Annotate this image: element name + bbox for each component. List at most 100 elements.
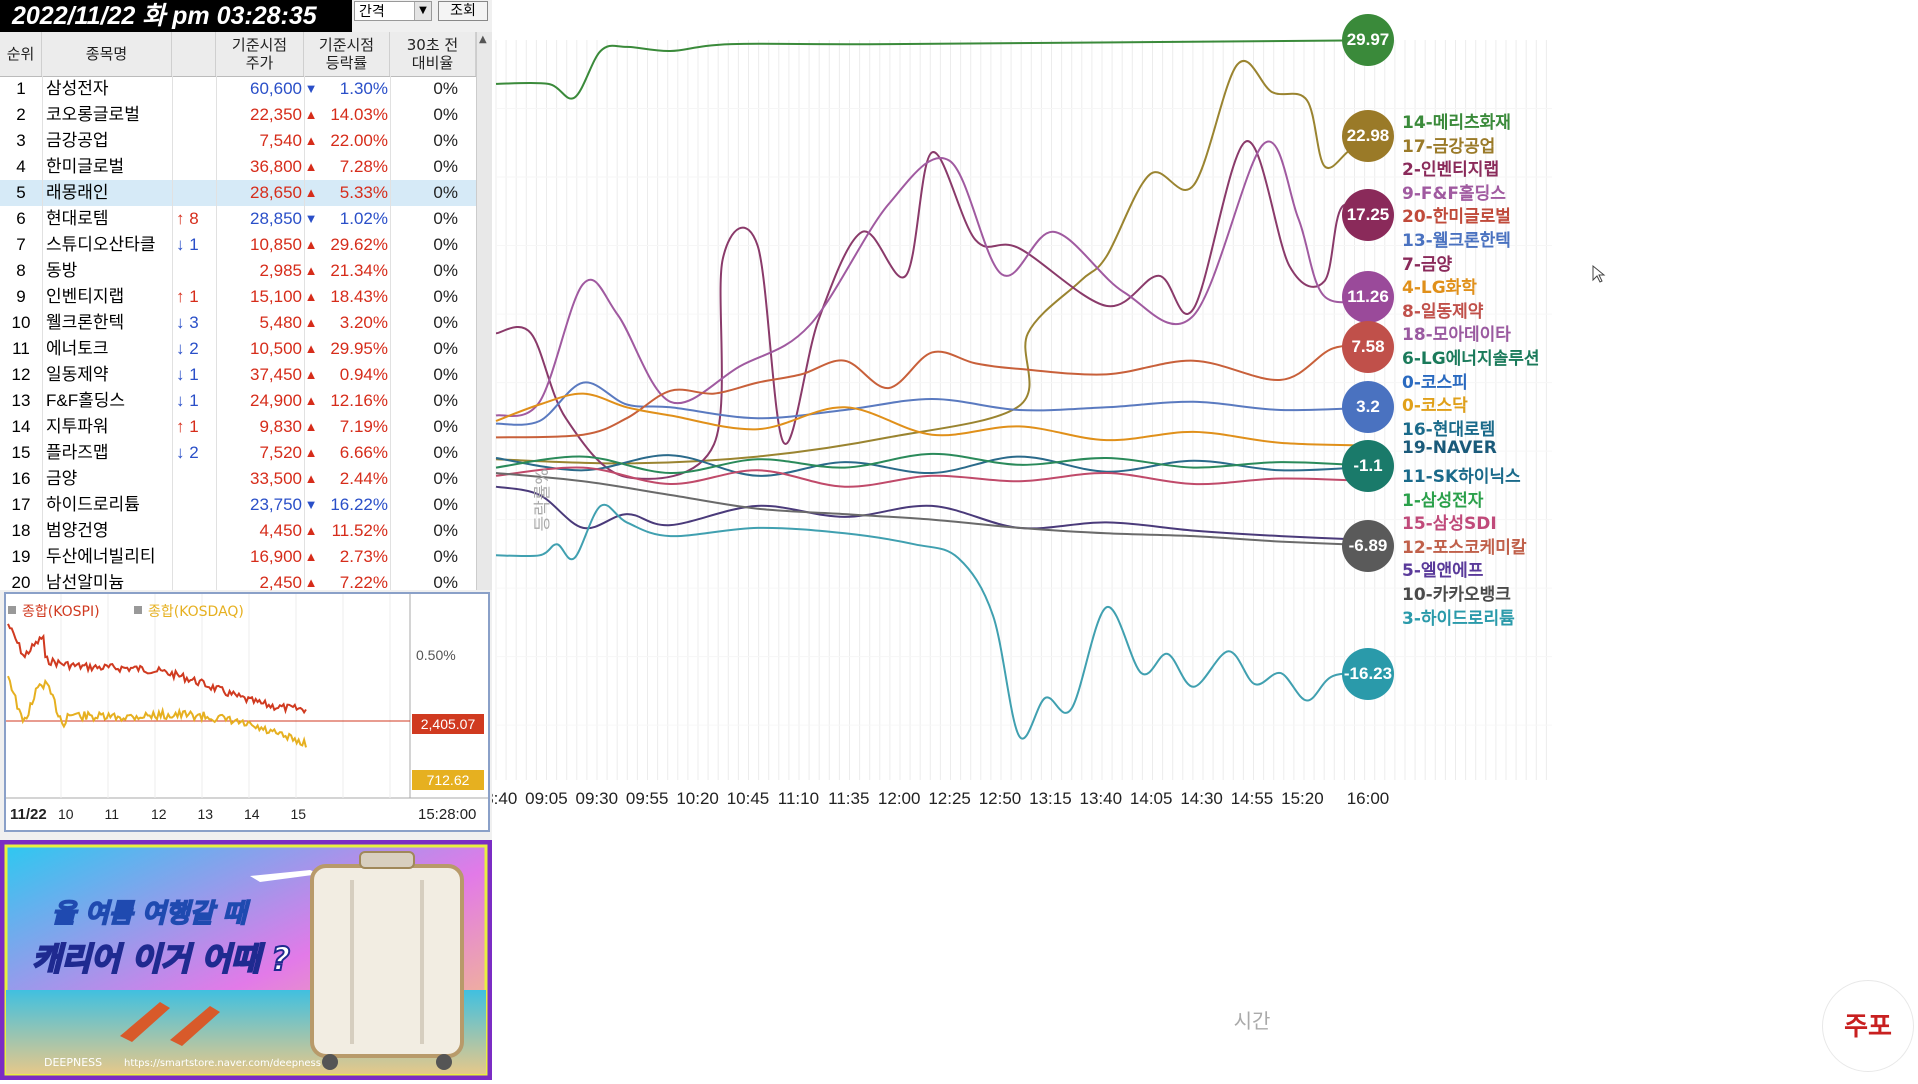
- table-row[interactable]: 13 F&F홀딩스 ↓ 1 24,900 ▲ 12.16% 0%: [0, 388, 476, 414]
- table-row[interactable]: 11 에너토크 ↓ 2 10,500 ▲ 29.95% 0%: [0, 336, 476, 362]
- row-name: 동방: [46, 261, 78, 280]
- scroll-up-icon[interactable]: ▲: [479, 34, 487, 45]
- header-price[interactable]: 기준시점 주가: [216, 32, 304, 76]
- row-price: 10,850: [250, 235, 302, 254]
- table-row[interactable]: 12 일동제약 ↓ 1 37,450 ▲ 0.94% 0%: [0, 362, 476, 388]
- value-badge: 3.2: [1342, 381, 1394, 434]
- mini-date: 11/22: [10, 806, 47, 823]
- table-row[interactable]: 19 두산에너빌리티 16,900 ▲ 2.73% 0%: [0, 544, 476, 570]
- row-rank-change: ↓ 2: [176, 443, 199, 462]
- row-price: 23,750: [250, 495, 302, 514]
- table-row[interactable]: 3 금강공업 7,540 ▲ 22.00% 0%: [0, 128, 476, 154]
- row-rate: 1.30%: [339, 79, 388, 98]
- table-row[interactable]: 1 삼성전자 60,600 ▼ 1.30% 0%: [0, 76, 476, 102]
- row-rate: 2.44%: [339, 469, 388, 488]
- query-button[interactable]: 조회: [438, 1, 488, 21]
- row-rank: 6: [16, 209, 26, 228]
- table-row[interactable]: 18 범양건영 4,450 ▲ 11.52% 0%: [0, 518, 476, 544]
- ad-banner[interactable]: 올 여름 여행갈 때 캐리어 이거 어때 ? DEEPNESS https://…: [0, 840, 492, 1080]
- x-tick-label: 09:55: [626, 789, 669, 808]
- row-rank: 3: [16, 131, 26, 150]
- row-rank-change: [176, 154, 216, 180]
- table-scrollbar[interactable]: ▲: [476, 32, 492, 590]
- row-direction-icon: ▲: [304, 419, 318, 434]
- row-name: 플라즈맵: [46, 443, 109, 462]
- legend-item: 20-한미글로벌: [1402, 207, 1511, 228]
- mini-x-tick: 15: [291, 806, 307, 822]
- legend-item: 6-LG에너지솔루션: [1402, 349, 1540, 369]
- header-rank[interactable]: 순위: [0, 32, 42, 76]
- series-line-4: [495, 140, 1377, 417]
- row-direction-icon: ▲: [304, 107, 318, 122]
- legend-item: 12-포스코케미칼: [1402, 537, 1527, 558]
- row-name: 래몽래인: [46, 183, 109, 202]
- interval-label: 간격: [359, 4, 385, 20]
- mouse-cursor-icon: [1592, 264, 1606, 283]
- row-price: 16,900: [250, 547, 302, 566]
- table-row[interactable]: 6 현대로템 ↑ 8 28,850 ▼ 1.02% 0%: [0, 206, 476, 232]
- row-rank-change: [176, 544, 216, 570]
- row-prev30: 0%: [433, 183, 458, 202]
- table-row[interactable]: 16 금양 33,500 ▲ 2.44% 0%: [0, 466, 476, 492]
- kospi-legend-swatch: [8, 606, 16, 614]
- row-rank: 4: [16, 157, 26, 176]
- row-price: 15,100: [250, 287, 302, 306]
- row-direction-icon: ▲: [304, 159, 318, 174]
- row-price: 33,500: [250, 469, 302, 488]
- table-row[interactable]: 9 인벤티지랩 ↑ 1 15,100 ▲ 18.43% 0%: [0, 284, 476, 310]
- row-prev30: 0%: [433, 313, 458, 332]
- row-price: 22,350: [250, 105, 302, 124]
- left-panel: 2022/11/22 화 pm 03:28:35 간격 ▼ 조회 순위 종목명 …: [0, 0, 492, 1080]
- table-row[interactable]: 15 플라즈맵 ↓ 2 7,520 ▲ 6.66% 0%: [0, 440, 476, 466]
- value-badge: 7.58: [1342, 321, 1394, 374]
- x-tick-label: 13:15: [1029, 789, 1072, 808]
- table-row[interactable]: 5 래몽래인 28,650 ▲ 5.33% 0%: [0, 180, 476, 206]
- legend-item: 1-삼성전자: [1402, 490, 1484, 511]
- table-row[interactable]: 14 지투파워 ↑ 1 9,830 ▲ 7.19% 0%: [0, 414, 476, 440]
- row-rate: 12.16%: [330, 391, 388, 410]
- row-price: 28,650: [250, 183, 302, 202]
- ad-url[interactable]: https://smartstore.naver.com/deepness: [124, 1058, 321, 1069]
- row-rank: 7: [16, 235, 26, 254]
- x-tick-label: 08:40: [492, 789, 517, 808]
- row-rank-change: [176, 258, 216, 284]
- table-row[interactable]: 4 한미글로벌 36,800 ▲ 7.28% 0%: [0, 154, 476, 180]
- header-rate[interactable]: 기준시점 등락률: [304, 32, 390, 76]
- row-rank: 18: [11, 521, 31, 540]
- interval-select[interactable]: 간격 ▼: [354, 1, 432, 21]
- row-name: 일동제약: [46, 365, 109, 384]
- ranking-table: 순위 종목명 기준시점 주가 기준시점 등락률 30초 전 대비율 1 삼성전자 6…: [0, 32, 492, 592]
- row-direction-icon: ▲: [304, 393, 318, 408]
- legend-item: 0-코스닥: [1402, 396, 1468, 417]
- index-mini-chart-svg: 종합(KOSPI) 종합(KOSDAQ) 0.50% 2,405.07 712.…: [6, 594, 488, 823]
- legend-item: 3-하이드로리튬: [1402, 608, 1515, 629]
- header-prev30[interactable]: 30초 전 대비율: [390, 32, 476, 76]
- value-badge: 11.26: [1342, 270, 1394, 323]
- series-line-2: [495, 60, 1378, 465]
- row-direction-icon: ▼: [304, 497, 318, 512]
- chevron-down-icon[interactable]: ▼: [414, 2, 431, 20]
- table-row[interactable]: 2 코오롱글로벌 22,350 ▲ 14.03% 0%: [0, 102, 476, 128]
- table-row[interactable]: 10 웰크론한텍 ↓ 3 5,480 ▲ 3.20% 0%: [0, 310, 476, 336]
- row-rank-change: [176, 128, 216, 154]
- row-direction-icon: ▲: [304, 445, 318, 460]
- legend-item: 11-SK하이닉스: [1402, 467, 1521, 487]
- table-row[interactable]: 8 동방 2,985 ▲ 21.34% 0%: [0, 258, 476, 284]
- kospi-value: 2,405.07: [421, 716, 476, 732]
- header-name[interactable]: 종목명: [42, 32, 172, 76]
- table-row[interactable]: 17 하이드로리튬 23,750 ▼ 16.22% 0%: [0, 492, 476, 518]
- row-prev30: 0%: [433, 521, 458, 540]
- row-rank: 10: [11, 313, 31, 332]
- row-direction-icon: ▲: [304, 289, 318, 304]
- row-name: 에너토크: [46, 339, 109, 358]
- row-name: 두산에너빌리티: [46, 547, 156, 566]
- row-rate: 16.22%: [330, 495, 388, 514]
- row-rank-change: [176, 102, 216, 128]
- row-prev30: 0%: [433, 547, 458, 566]
- row-rank-change: [176, 466, 216, 492]
- row-rank: 9: [16, 287, 26, 306]
- row-rate: 22.00%: [330, 131, 388, 150]
- row-rate: 6.66%: [339, 443, 388, 462]
- table-row[interactable]: 7 스튜디오산타클 ↓ 1 10,850 ▲ 29.62% 0%: [0, 232, 476, 258]
- y-axis-label: 등락률%: [533, 468, 553, 531]
